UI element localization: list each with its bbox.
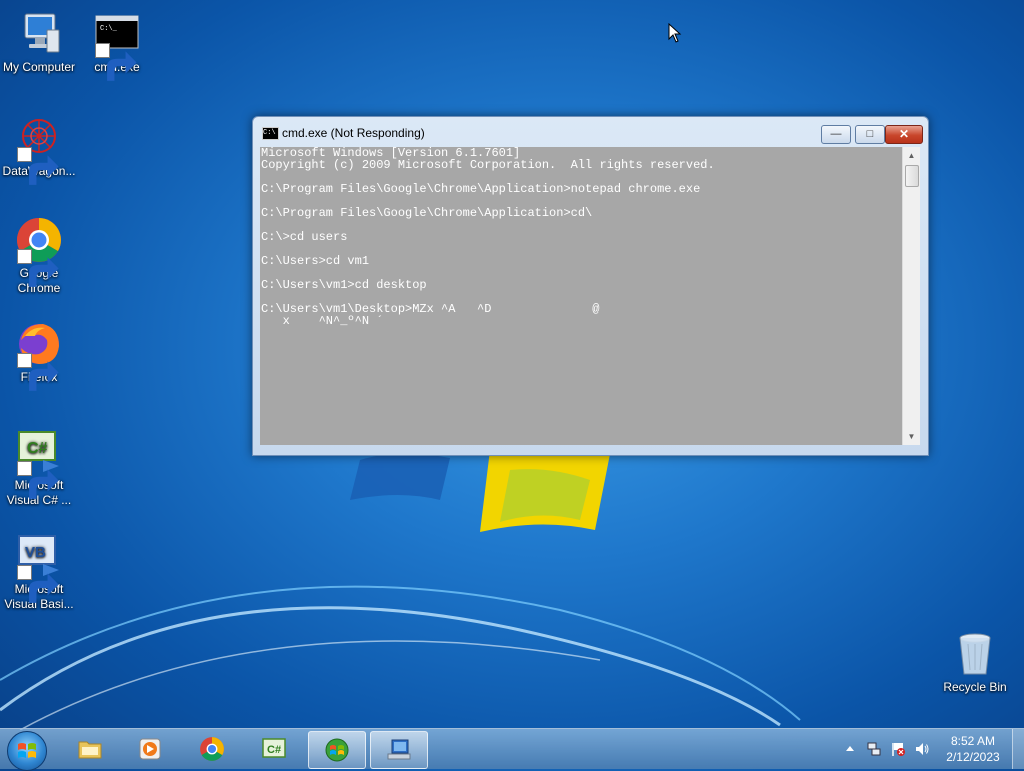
shortcut-arrow-icon xyxy=(17,147,59,185)
maximize-icon: □ xyxy=(866,128,874,140)
window-titlebar[interactable]: C:\ cmd.exe (Not Responding) — □ ✕ xyxy=(253,117,928,147)
recycle-bin-icon xyxy=(959,633,991,675)
start-button[interactable] xyxy=(7,731,47,771)
console-line: C:\Program Files\Google\Chrome\Applicati… xyxy=(261,182,701,196)
desktop-icon-visual-csharp[interactable]: C# Microsoft Visual C# ... xyxy=(0,428,78,508)
taskbar-media-player[interactable] xyxy=(122,731,178,767)
svg-text:VB: VB xyxy=(25,544,46,561)
taskbar-media-center[interactable] xyxy=(308,731,366,769)
desktop-icon-firefox[interactable]: Firefox xyxy=(0,320,78,391)
clock-time: 8:52 AM xyxy=(950,734,996,748)
scroll-up-icon[interactable]: ▲ xyxy=(903,147,920,164)
wallpaper-swoosh xyxy=(0,585,801,730)
taskbar-visual-csharp[interactable]: C# xyxy=(246,731,302,767)
chrome-icon xyxy=(200,737,224,761)
media-center-icon xyxy=(325,738,349,762)
close-button[interactable]: ✕ xyxy=(885,125,923,144)
desktop-icon-recycle-bin[interactable]: Recycle Bin xyxy=(936,630,1014,695)
desktop-icon-visual-basic[interactable]: VB Microsoft Visual Basi... xyxy=(0,532,78,612)
console-line: x ^N^_º^N ´ xyxy=(261,314,384,328)
mouse-cursor-icon xyxy=(668,23,682,43)
taskbar: C# 8:52 AM 2/12/2023 xyxy=(0,728,1024,771)
shortcut-arrow-icon xyxy=(17,565,59,603)
shortcut-arrow-icon xyxy=(17,353,59,391)
network-icon[interactable] xyxy=(866,741,882,757)
clock-date: 2/12/2023 xyxy=(946,750,1000,764)
console-line: C:\Program Files\Google\Chrome\Applicati… xyxy=(261,206,593,220)
vertical-scrollbar[interactable]: ▲ ▼ xyxy=(902,147,920,445)
cmd-window[interactable]: C:\ cmd.exe (Not Responding) — □ ✕ Micro… xyxy=(252,116,929,456)
svg-text:C#: C# xyxy=(267,744,281,756)
shortcut-arrow-icon xyxy=(17,461,59,499)
console-line: C:\Users>cd vm1 xyxy=(261,254,370,268)
folder-icon xyxy=(78,741,102,759)
console-output[interactable]: Microsoft Windows [Version 6.1.7601] Copy… xyxy=(260,147,902,445)
computer-icon xyxy=(24,13,60,53)
system-clock[interactable]: 8:52 AM 2/12/2023 xyxy=(938,733,1008,765)
minimize-icon: — xyxy=(830,128,842,140)
cmd-title-icon: C:\ xyxy=(262,127,279,140)
desktop-icon-cmd[interactable]: C:\_ cmd.exe xyxy=(78,10,156,81)
minimize-button[interactable]: — xyxy=(821,125,851,144)
desktop-icon-google-chrome[interactable]: Google Chrome xyxy=(0,216,78,296)
desktop-icon-my-computer[interactable]: My Computer xyxy=(0,10,78,75)
desktop-icon-datawagon[interactable]: DataWagon... xyxy=(0,114,78,185)
show-desktop-button[interactable] xyxy=(1012,729,1024,769)
maximize-button[interactable]: □ xyxy=(855,125,885,144)
windows-logo-icon xyxy=(18,743,36,758)
volume-icon[interactable] xyxy=(914,741,930,757)
show-hidden-icons-icon[interactable] xyxy=(843,741,857,757)
action-center-flag-icon[interactable] xyxy=(890,741,906,757)
scroll-down-icon[interactable]: ▼ xyxy=(903,428,920,445)
media-player-icon xyxy=(139,738,161,760)
console-line: Copyright (c) 2009 Microsoft Corporation… xyxy=(261,158,715,172)
taskbar-cmd-window[interactable] xyxy=(370,731,428,769)
visual-csharp-icon: C# xyxy=(262,738,286,758)
svg-text:C#: C# xyxy=(27,440,48,457)
close-icon: ✕ xyxy=(898,127,910,141)
network-computer-icon xyxy=(387,739,411,760)
scroll-thumb[interactable] xyxy=(905,165,919,187)
console-line: C:\>cd users xyxy=(261,230,348,244)
window-title: cmd.exe (Not Responding) xyxy=(282,126,425,140)
shortcut-arrow-icon xyxy=(95,43,137,81)
taskbar-google-chrome[interactable] xyxy=(184,731,240,767)
shortcut-arrow-icon xyxy=(17,249,59,287)
svg-text:C:\_: C:\_ xyxy=(100,25,118,33)
taskbar-windows-explorer[interactable] xyxy=(62,731,118,767)
console-line: C:\Users\vm1>cd desktop xyxy=(261,278,427,292)
